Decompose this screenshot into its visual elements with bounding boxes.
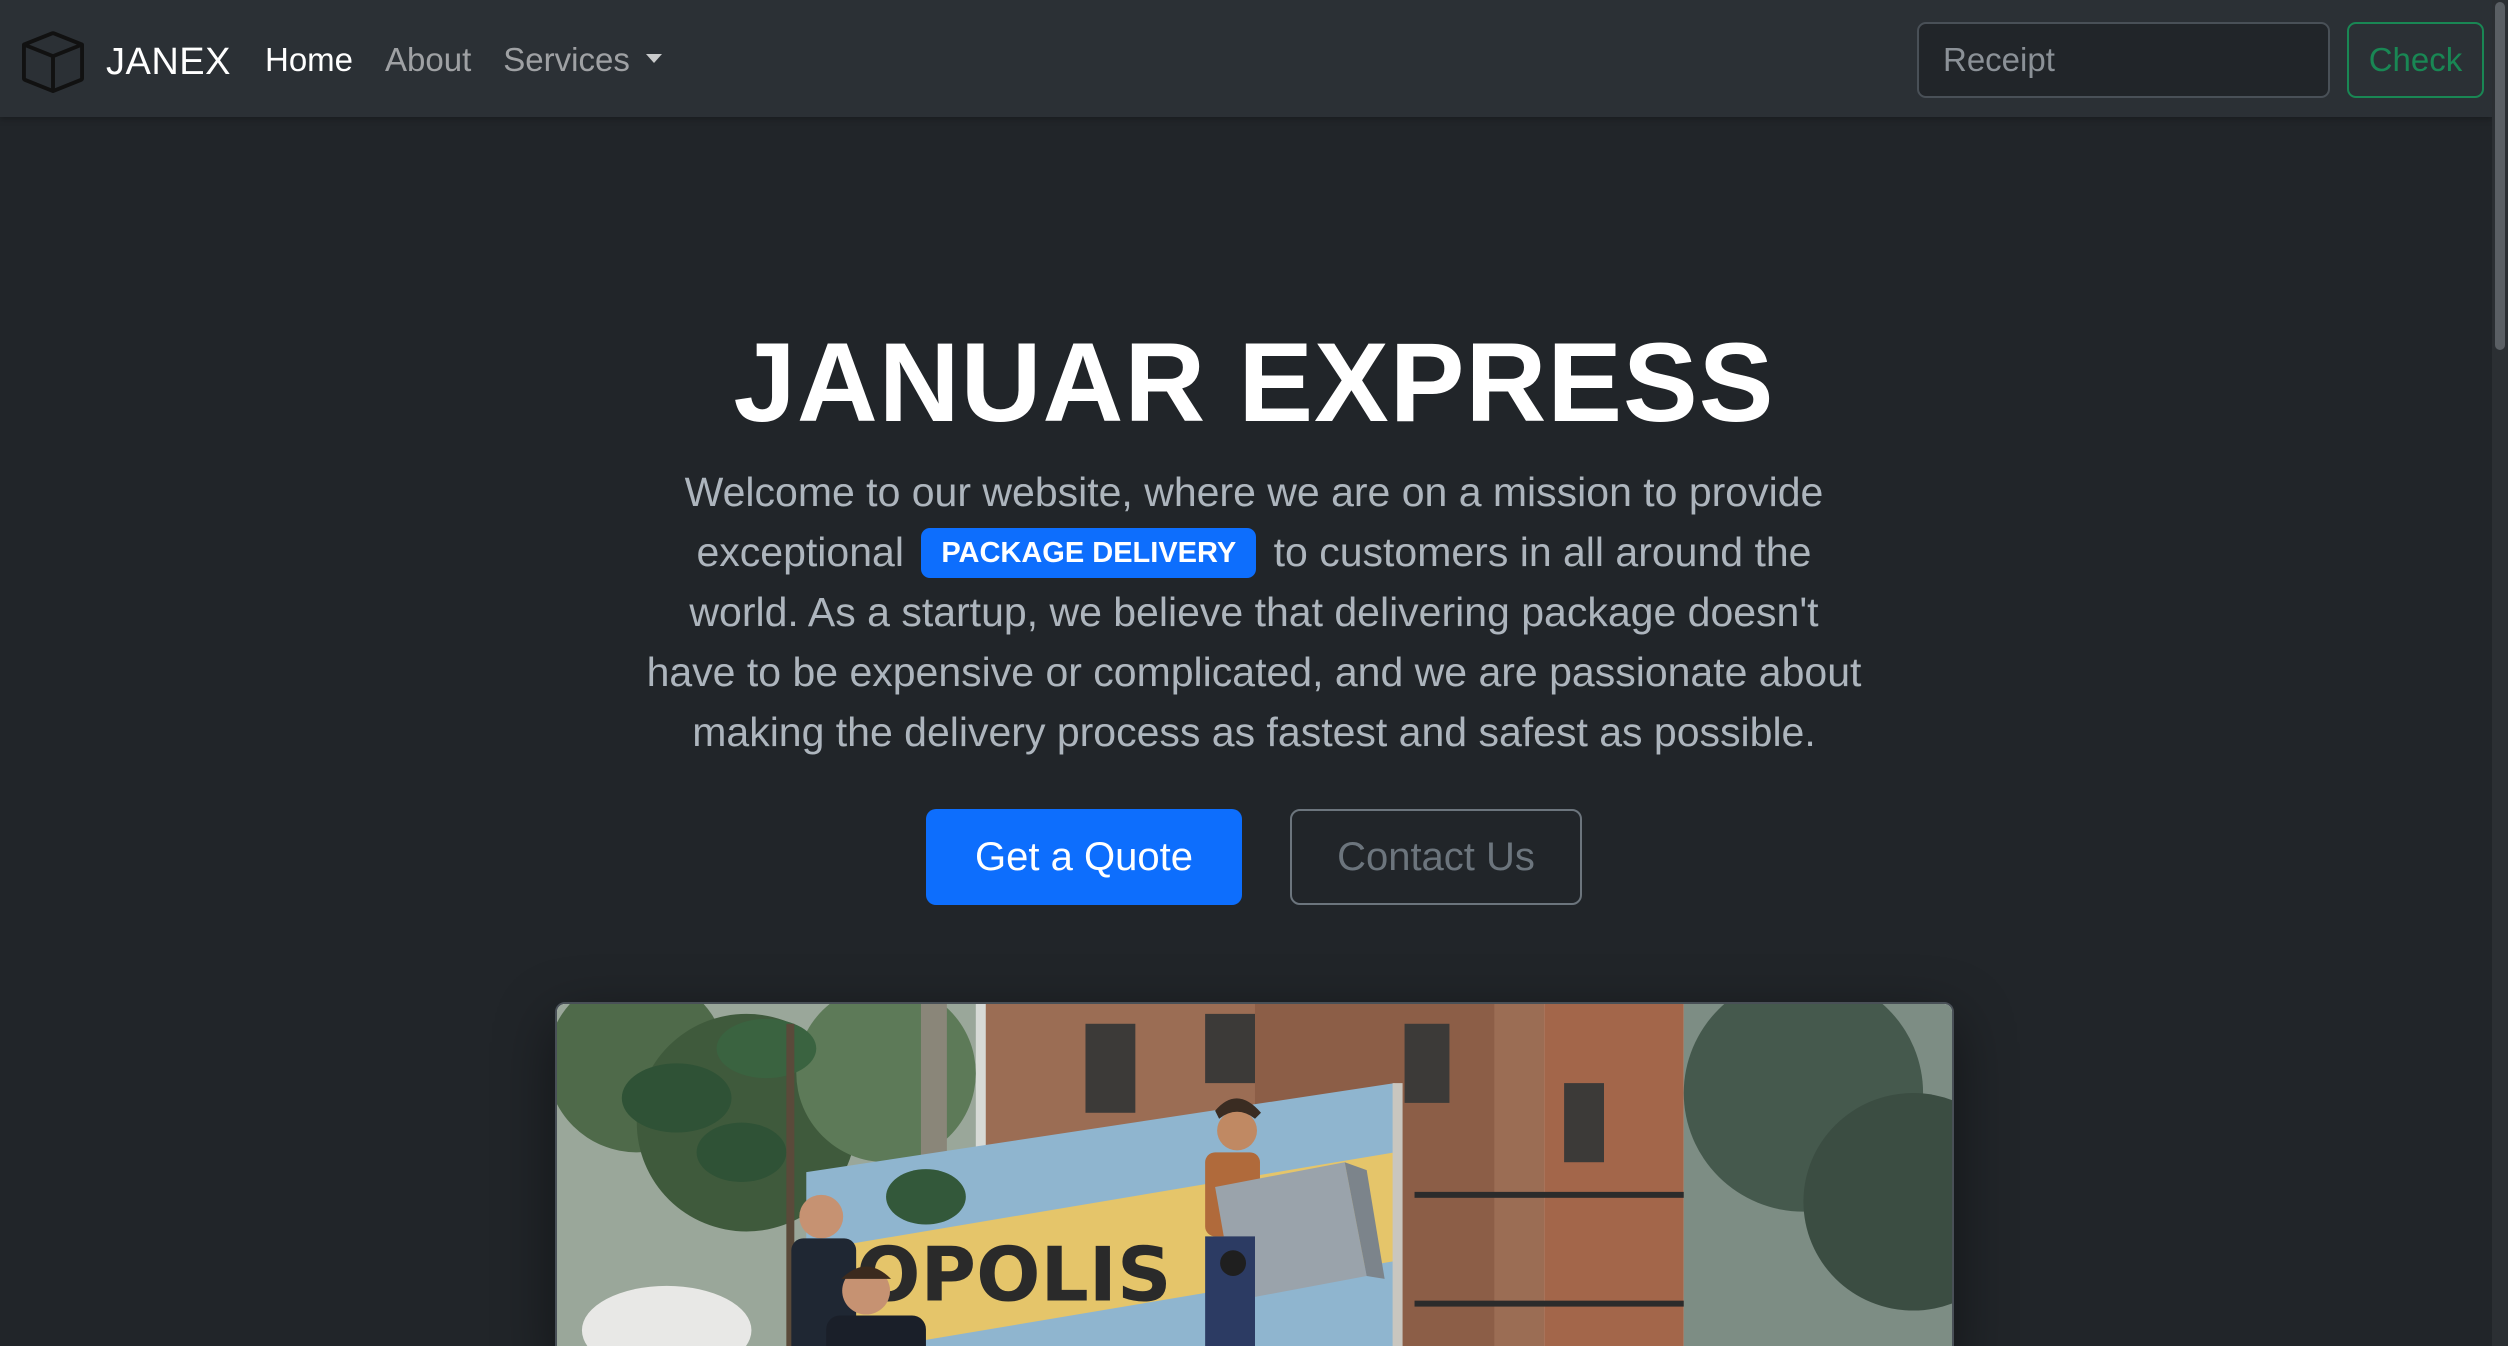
hero-title: JANUAR EXPRESS — [733, 320, 1775, 445]
nav-links: Home About Services — [265, 36, 662, 84]
caret-down-icon — [645, 53, 662, 63]
brand-link[interactable]: JANEX — [22, 30, 231, 94]
check-button[interactable]: Check — [2347, 22, 2484, 98]
package-box-icon — [22, 31, 84, 93]
package-delivery-badge: PACKAGE DELIVERY — [921, 528, 1257, 578]
nav-link-services-dropdown[interactable]: Services — [503, 41, 662, 79]
hero-lead-paragraph: Welcome to our website, where we are on … — [640, 462, 1868, 762]
nav-link-about[interactable]: About — [385, 41, 471, 79]
scrollbar-thumb[interactable] — [2495, 2, 2505, 350]
vertical-scrollbar[interactable] — [2492, 0, 2508, 1346]
brand-name: JANEX — [106, 40, 231, 83]
navbar: JANEX Home About Services Check — [0, 0, 2492, 117]
receipt-search-input[interactable] — [1917, 22, 2330, 98]
hero-photo-movers-truck: OPOLIS — [555, 1002, 1954, 1346]
get-quote-button[interactable]: Get a Quote — [926, 809, 1242, 905]
nav-link-home[interactable]: Home — [265, 41, 353, 79]
truck-lettering: OPOLIS — [856, 1231, 1171, 1319]
hero-photo-illustration: OPOLIS — [557, 1004, 1952, 1346]
contact-us-button[interactable]: Contact Us — [1290, 809, 1582, 905]
page: JANEX Home About Services Check JANUAR E… — [0, 0, 2508, 1346]
nav-link-services-label: Services — [503, 41, 630, 78]
